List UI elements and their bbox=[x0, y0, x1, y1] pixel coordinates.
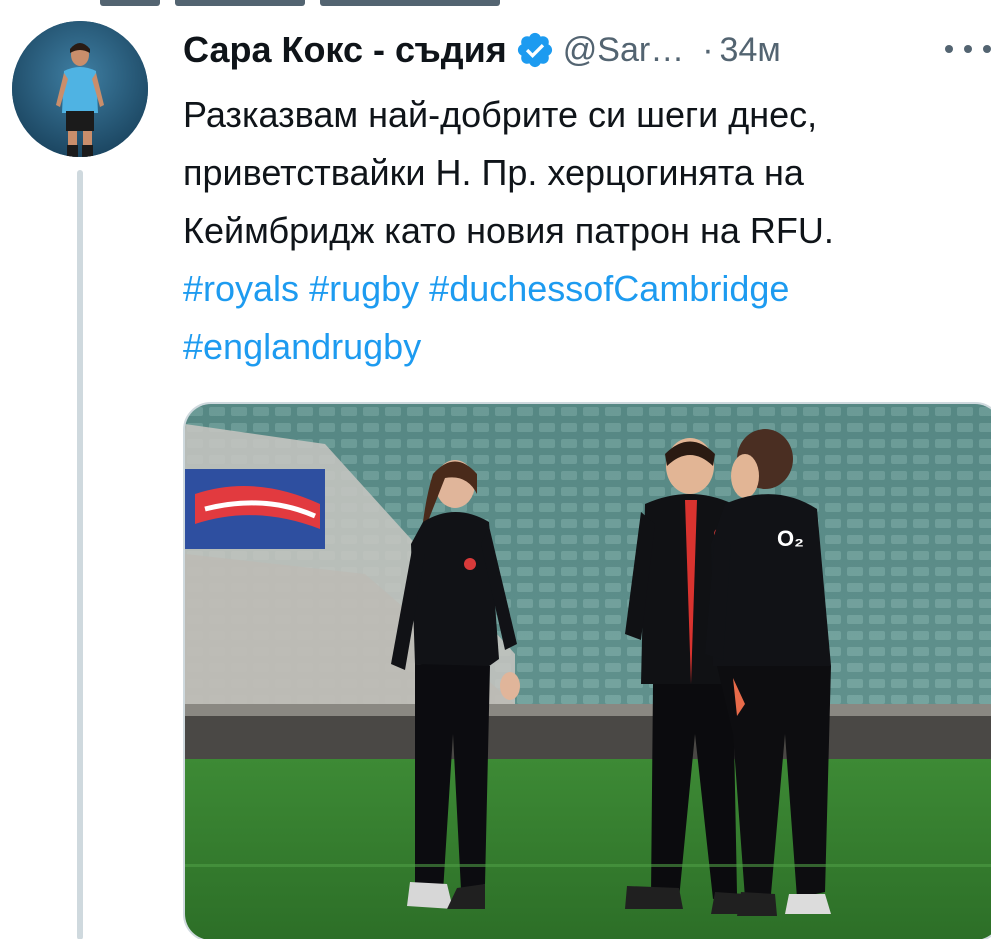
thread-line bbox=[77, 170, 83, 939]
display-name[interactable]: Сара Кокс - съдия bbox=[183, 29, 507, 71]
svg-text:O₂: O₂ bbox=[777, 526, 804, 551]
separator-dot: · bbox=[702, 30, 714, 69]
hashtag-line: #royals #rugby #duchessofCambridge bbox=[183, 260, 973, 318]
verified-badge-icon bbox=[515, 30, 555, 70]
tweet-text-line: Кеймбридж като новия патрон на RFU. bbox=[183, 210, 834, 251]
tweet-text-line: Разказвам най-добрите си шеги днес, bbox=[183, 94, 818, 135]
hashtag-link[interactable]: #englandrugby bbox=[183, 326, 421, 367]
hashtag-line: #englandrugby bbox=[183, 318, 973, 376]
avatar[interactable] bbox=[12, 21, 148, 157]
tweet-text-line: приветствайки Н. Пр. херцогинята на bbox=[183, 152, 804, 193]
tweet-page: Сара Кокс - съдия @Sar… · 34м Разказвам … bbox=[0, 0, 991, 939]
more-options-icon[interactable] bbox=[945, 34, 991, 64]
tweet-text: Разказвам най-добрите си шеги днес, прив… bbox=[183, 86, 973, 376]
previous-tweet-fragment bbox=[100, 0, 520, 6]
hashtag-link[interactable]: #duchessofCambridge bbox=[429, 268, 789, 309]
hashtag-link[interactable]: #rugby bbox=[309, 268, 419, 309]
user-handle[interactable]: @Sar… bbox=[563, 31, 684, 70]
hashtag-link[interactable]: #royals bbox=[183, 268, 299, 309]
tweet-photo[interactable]: O₂ bbox=[183, 402, 991, 939]
timestamp[interactable]: 34м bbox=[720, 31, 781, 70]
avatar-image bbox=[12, 21, 148, 157]
photo-stadium-image: O₂ bbox=[185, 404, 991, 939]
tweet-header: Сара Кокс - съдия @Sar… · 34м bbox=[183, 26, 781, 74]
